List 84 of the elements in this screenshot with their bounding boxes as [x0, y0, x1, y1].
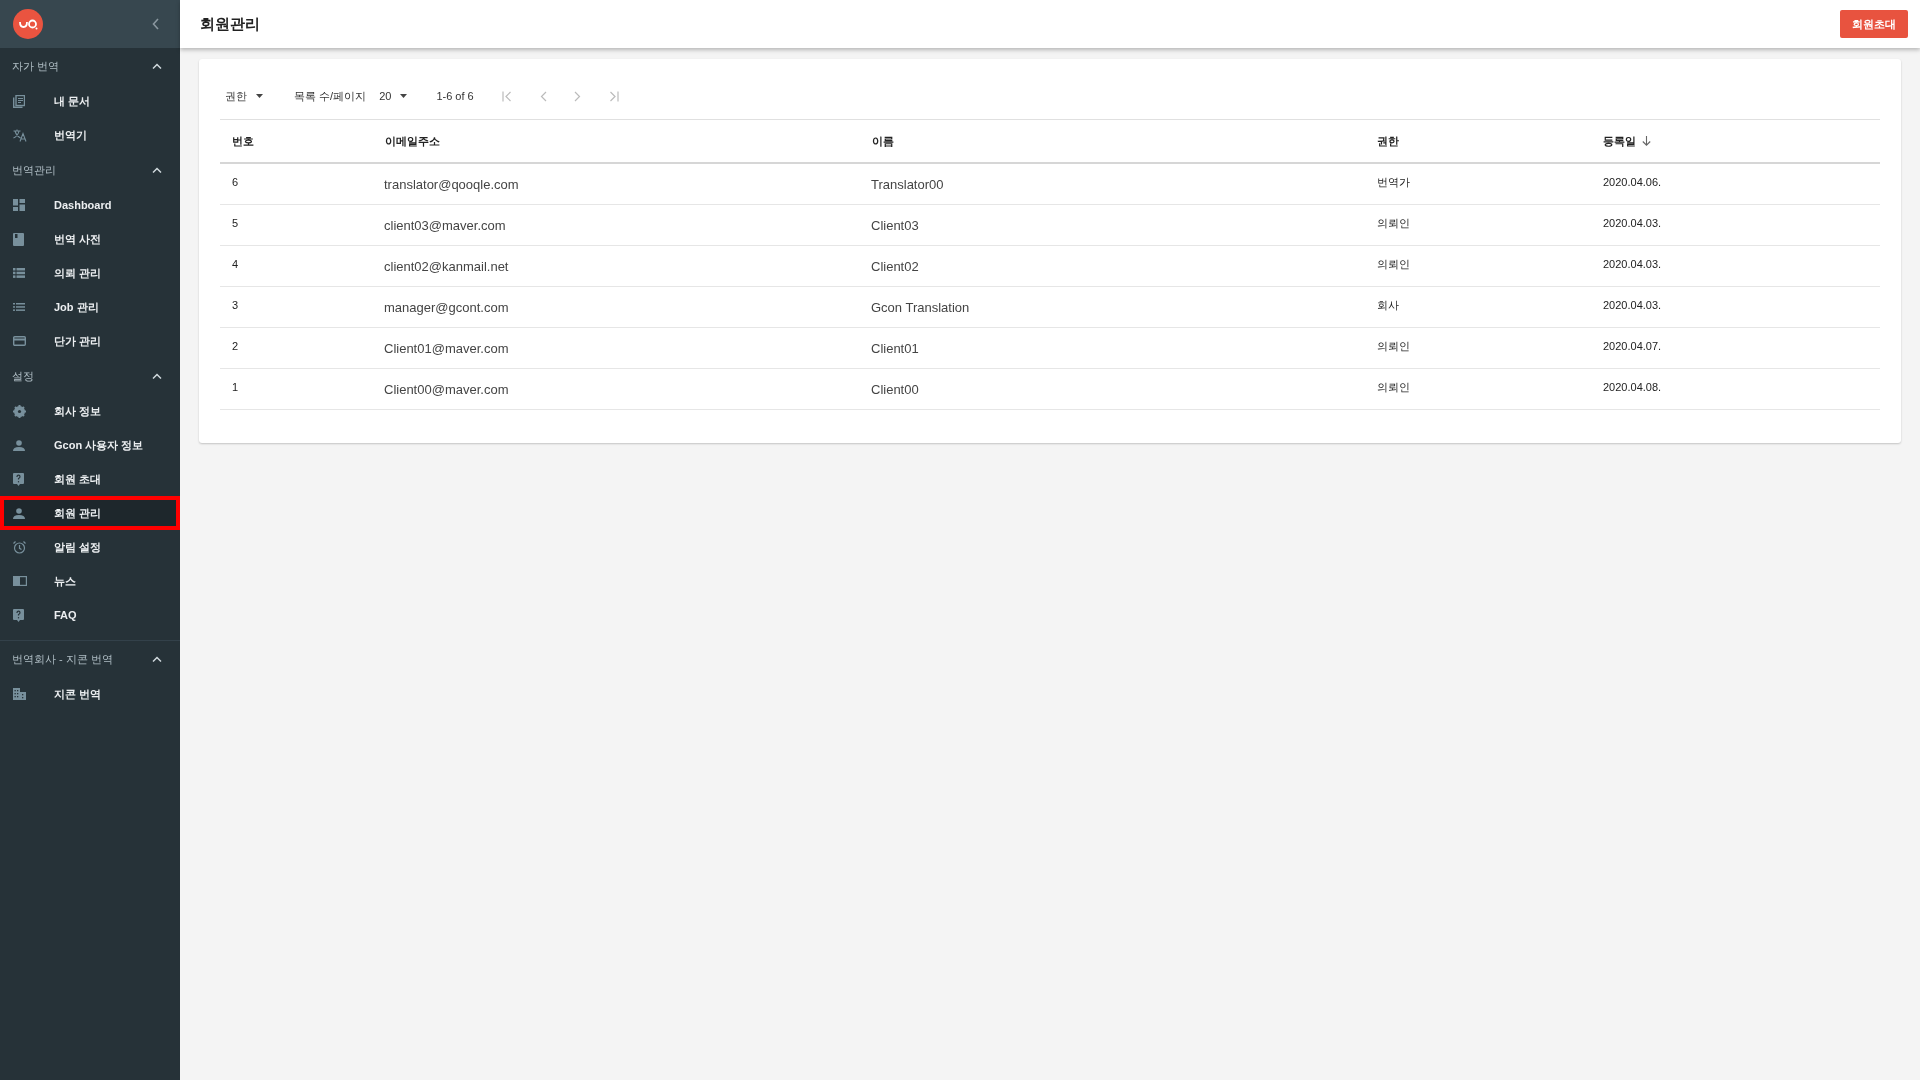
- open-book-icon: [13, 576, 27, 586]
- settings-icon: [13, 404, 26, 418]
- number-cell: 3: [232, 299, 239, 311]
- sidebar-item[interactable]: FAQ: [0, 598, 180, 632]
- dashboard-icon: [13, 199, 25, 211]
- number-cell: 5: [232, 217, 239, 229]
- person-icon: [13, 507, 25, 519]
- role-cell: 의뢰인: [1377, 380, 1410, 393]
- sidebar-item[interactable]: 번역 사전: [0, 222, 180, 256]
- name-cell: Client03: [871, 217, 919, 233]
- date-cell: 2020.04.06.: [1603, 176, 1662, 188]
- email-cell: Client01@maver.com: [384, 340, 509, 356]
- caret-icon: [256, 94, 263, 98]
- section-title: 설정: [12, 368, 34, 384]
- date-cell: 2020.04.07.: [1603, 340, 1662, 352]
- number-cell: 2: [232, 340, 239, 352]
- logo-icon: [13, 9, 43, 39]
- sidebar-item[interactable]: 단가 관리: [0, 324, 180, 358]
- credit-card-icon: [13, 336, 26, 346]
- column-header[interactable]: 이메일주소: [385, 133, 440, 149]
- document-icon: [13, 94, 25, 108]
- date-cell: 2020.04.03.: [1603, 299, 1662, 311]
- list-icon: [13, 268, 25, 278]
- chevron-up-icon[interactable]: [152, 373, 162, 379]
- sidebar-item[interactable]: Job 관리: [0, 290, 180, 324]
- alarm-clock-icon: [13, 540, 26, 554]
- role-cell: 의뢰인: [1377, 339, 1410, 352]
- building-icon: [13, 688, 26, 700]
- caret-icon: [400, 94, 408, 98]
- name-cell: Client01: [871, 340, 919, 356]
- sidebar-item[interactable]: 회원 초대: [0, 462, 180, 496]
- role-cell: 회사: [1377, 298, 1399, 311]
- rows-per-page-label: 목록 수/페이지: [294, 88, 367, 104]
- role-cell: 의뢰인: [1377, 216, 1410, 229]
- sidebar-item[interactable]: Gcon 사용자 정보: [0, 428, 180, 462]
- help-icon: [13, 608, 24, 622]
- column-header[interactable]: 권한: [1377, 133, 1399, 149]
- sidebar-item[interactable]: 뉴스: [0, 564, 180, 598]
- number-cell: 6: [232, 176, 239, 188]
- number-cell: 1: [232, 381, 239, 393]
- sidebar-item[interactable]: 회원 관리: [0, 496, 180, 530]
- chevron-up-icon[interactable]: [152, 167, 162, 173]
- role-cell: 번역가: [1377, 175, 1410, 188]
- name-cell: Client00: [871, 381, 919, 397]
- arrow-down-icon[interactable]: [1642, 136, 1651, 146]
- book-icon: [13, 232, 24, 246]
- email-cell: translator@qooqle.com: [384, 176, 519, 192]
- email-cell: client02@kanmail.net: [384, 258, 509, 274]
- sidebar-item[interactable]: 의뢰 관리: [0, 256, 180, 290]
- section-title: 번역관리: [12, 162, 56, 178]
- sidebar-item[interactable]: 회사 정보: [0, 394, 180, 428]
- date-cell: 2020.04.03.: [1603, 217, 1662, 229]
- sidebar-item[interactable]: 내 문서: [0, 84, 180, 118]
- date-cell: 2020.04.08.: [1603, 381, 1662, 393]
- page-range: 1-6 of 6: [436, 90, 474, 102]
- collapse-sidebar-icon[interactable]: [152, 18, 160, 30]
- name-cell: Gcon Translation: [871, 299, 970, 315]
- rows-per-page-dropdown[interactable]: 20: [379, 90, 408, 102]
- translate-icon: [13, 128, 27, 142]
- invite-member-button[interactable]: 회원초대: [1840, 10, 1908, 38]
- list-icon: [13, 303, 25, 311]
- column-header[interactable]: 이름: [872, 133, 894, 149]
- column-header[interactable]: 번호: [232, 133, 254, 149]
- email-cell: manager@gcont.com: [384, 299, 509, 315]
- help-icon: [13, 472, 24, 486]
- email-cell: client03@maver.com: [384, 217, 506, 233]
- chevron-up-icon[interactable]: [152, 656, 162, 662]
- column-header[interactable]: 등록일: [1603, 133, 1636, 149]
- sidebar-item[interactable]: Dashboard: [0, 188, 180, 222]
- date-cell: 2020.04.03.: [1603, 258, 1662, 270]
- sidebar-item[interactable]: 지콘 번역: [0, 677, 180, 711]
- name-cell: Client02: [871, 258, 919, 274]
- section-title: 번역회사 - 지콘 번역: [12, 651, 113, 667]
- role-cell: 의뢰인: [1377, 257, 1410, 270]
- sidebar-item[interactable]: 번역기: [0, 118, 180, 152]
- person-icon: [13, 439, 25, 451]
- section-title: 자가 번역: [12, 58, 60, 74]
- chevron-up-icon[interactable]: [152, 63, 162, 69]
- role-filter-dropdown[interactable]: 권한: [225, 88, 263, 104]
- page-title: 회원관리: [200, 14, 260, 34]
- number-cell: 4: [232, 258, 239, 270]
- name-cell: Translator00: [871, 176, 944, 192]
- sidebar-item[interactable]: 알림 설정: [0, 530, 180, 564]
- email-cell: Client00@maver.com: [384, 381, 509, 397]
